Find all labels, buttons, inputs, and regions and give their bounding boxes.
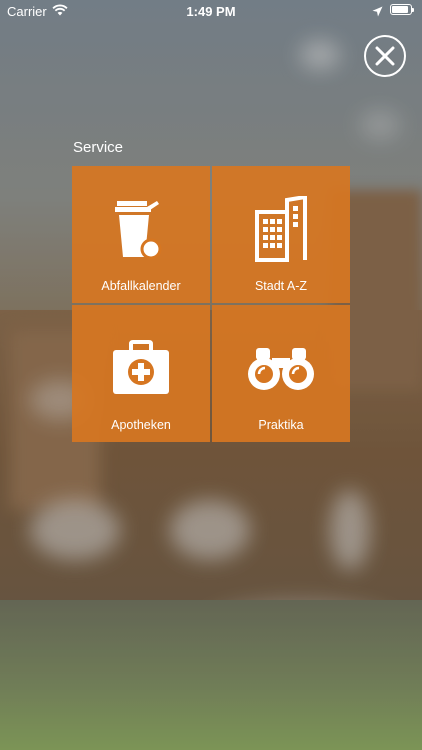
trash-bin-icon xyxy=(72,194,210,264)
tile-abfallkalender[interactable]: Abfallkalender xyxy=(72,166,210,303)
tile-label: Abfallkalender xyxy=(101,279,181,293)
status-bar: Carrier 1:49 PM xyxy=(0,0,422,22)
tile-apotheken[interactable]: Apotheken xyxy=(72,305,210,442)
city-buildings-icon xyxy=(212,194,350,264)
tile-label: Apotheken xyxy=(111,418,171,432)
battery-icon xyxy=(390,4,414,15)
close-icon xyxy=(375,46,395,66)
location-arrow-icon xyxy=(372,4,383,22)
tile-praktika[interactable]: Praktika xyxy=(212,305,350,442)
tile-stadt-a-z[interactable]: Stadt A-Z xyxy=(212,166,350,303)
close-button[interactable] xyxy=(364,35,406,77)
binoculars-icon xyxy=(212,333,350,403)
section-title: Service xyxy=(73,139,124,156)
first-aid-kit-icon xyxy=(72,333,210,403)
service-grid: Abfallkalender Stadt A-Z Apotheken Prakt… xyxy=(72,166,350,444)
tile-label: Stadt A-Z xyxy=(254,279,308,293)
clock: 1:49 PM xyxy=(186,4,236,19)
tile-label: Praktika xyxy=(258,418,304,432)
